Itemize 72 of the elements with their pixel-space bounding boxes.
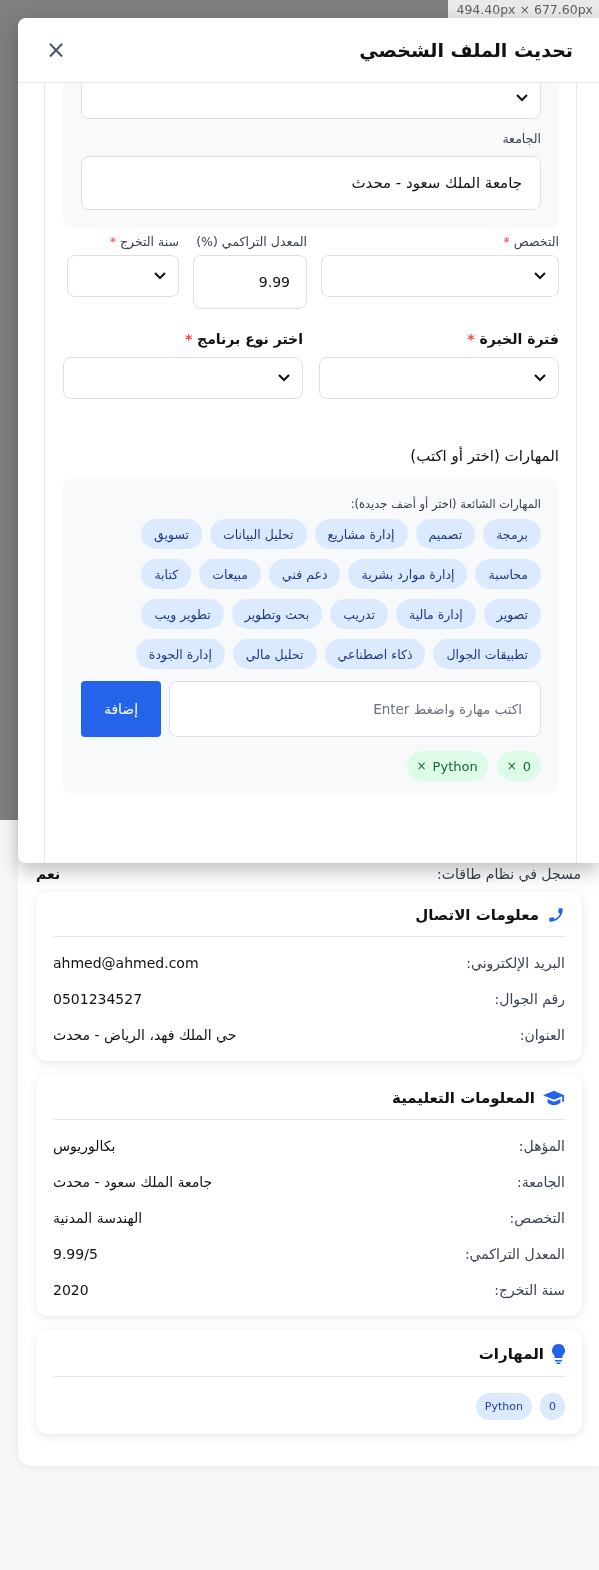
info-label: سنة التخرج: — [494, 1282, 565, 1298]
skill-suggestion-chip[interactable]: إدارة مشاريع — [314, 519, 408, 549]
select-field[interactable] — [321, 255, 559, 297]
skill-suggestion-chip[interactable]: تطوير ويب — [141, 599, 224, 629]
skill-suggestion-chip[interactable]: إدارة مالية — [396, 599, 476, 629]
skill-suggestion-chip[interactable]: دعم فني — [269, 559, 341, 589]
taqat-value: نعم — [36, 866, 61, 882]
skill-tag: 0 — [540, 1393, 565, 1420]
skill-suggestion-chip[interactable]: ذكاء اصطناعي — [324, 639, 426, 669]
field-label: سنة التخرج * — [108, 234, 179, 249]
skill-suggestion-chip[interactable]: تصوير — [483, 599, 541, 629]
skill-suggestion-chip[interactable]: إدارة موارد بشرية — [348, 559, 468, 589]
card-title: معلومات الاتصال — [415, 906, 539, 924]
phone-icon — [547, 906, 565, 924]
skill-suggestion-chip[interactable]: برمجة — [483, 519, 541, 549]
info-value: بكالوريوس — [53, 1138, 116, 1154]
devtools-size-label: 494.40px × 677.60px — [448, 0, 599, 20]
skill-suggestion-chip[interactable]: إدارة الجودة — [135, 639, 225, 669]
modal-title: تحديث الملف الشخصي — [359, 39, 573, 61]
field-label: التخصص * — [502, 234, 559, 249]
info-value: الهندسة المدنية — [53, 1210, 143, 1226]
lightbulb-icon — [552, 1344, 565, 1364]
field-label: المعدل التراكمي (%) — [195, 234, 307, 249]
select-field[interactable] — [319, 357, 559, 399]
skill-suggestion-chip[interactable]: محاسبة — [475, 559, 541, 589]
skill-suggestion-chip[interactable]: تحليل البيانات — [210, 519, 307, 549]
chevron-down-icon — [516, 94, 528, 102]
university-input[interactable]: جامعة الملك سعود - محدث — [81, 156, 541, 210]
info-value: حي الملك فهد، الرياض - محدث — [53, 1027, 237, 1043]
skills-hint: المهارات الشائعة (اختر أو أضف جديدة): — [349, 497, 541, 511]
info-value: 0501234527 — [53, 991, 143, 1007]
skill-suggestion-chip[interactable]: كتابة — [141, 559, 192, 589]
skill-input[interactable]: اكتب مهارة واضغط Enter — [169, 681, 541, 737]
info-label: الجامعة: — [517, 1174, 565, 1190]
skill-suggestion-chip[interactable]: تدريب — [330, 599, 388, 629]
card-title: المهارات — [478, 1345, 544, 1363]
add-button[interactable]: إضافة — [81, 681, 161, 737]
skill-suggestion-chip[interactable]: تصميم — [415, 519, 476, 549]
chevron-down-icon — [278, 374, 290, 382]
select-field[interactable] — [63, 357, 303, 399]
info-label: البريد الإلكتروني: — [466, 955, 565, 971]
select-field[interactable] — [67, 255, 179, 297]
field-label: الجامعة — [501, 131, 541, 146]
info-label: التخصص: — [509, 1210, 565, 1226]
info-value: جامعة الملك سعود - محدث — [53, 1174, 213, 1190]
info-value: 9.99/5 — [53, 1246, 98, 1262]
skill-suggestion-chip[interactable]: بحث وتطوير — [231, 599, 323, 629]
skills-heading: المهارات (اختر أو اكتب) — [409, 447, 559, 465]
skill-suggestion-chip[interactable]: تسويق — [141, 519, 202, 549]
chevron-down-icon — [534, 374, 546, 382]
info-value: ahmed@ahmed.com — [53, 955, 199, 971]
info-value: 2020 — [53, 1282, 89, 1298]
select-field[interactable] — [81, 83, 541, 119]
info-label: المعدل التراكمي: — [464, 1246, 565, 1262]
info-label: رقم الجوال: — [494, 991, 565, 1007]
skill-suggestion-chip[interactable]: مبيعات — [199, 559, 261, 589]
field-label: فترة الخبرة * — [466, 331, 559, 347]
taqat-label: مسجل في نظام طاقات: — [437, 866, 581, 882]
selected-skill-chip[interactable]: 0 × — [496, 751, 541, 781]
graduation-cap-icon — [543, 1090, 565, 1106]
gpa-input[interactable]: 9.99 — [193, 255, 307, 309]
field-label: اختر نوع برنامج * — [183, 331, 303, 347]
close-button[interactable]: × — [42, 38, 71, 62]
info-label: العنوان: — [519, 1027, 565, 1043]
chevron-down-icon — [534, 272, 546, 280]
skill-suggestion-chip[interactable]: تطبيقات الجوال — [433, 639, 541, 669]
chevron-down-icon — [154, 272, 166, 280]
skill-suggestion-chip[interactable]: تحليل مالي — [232, 639, 317, 669]
card-title: المعلومات التعليمية — [392, 1089, 535, 1107]
info-label: المؤهل: — [518, 1138, 565, 1154]
selected-skill-chip[interactable]: Python × — [406, 751, 488, 781]
skill-tag: Python — [475, 1393, 532, 1420]
